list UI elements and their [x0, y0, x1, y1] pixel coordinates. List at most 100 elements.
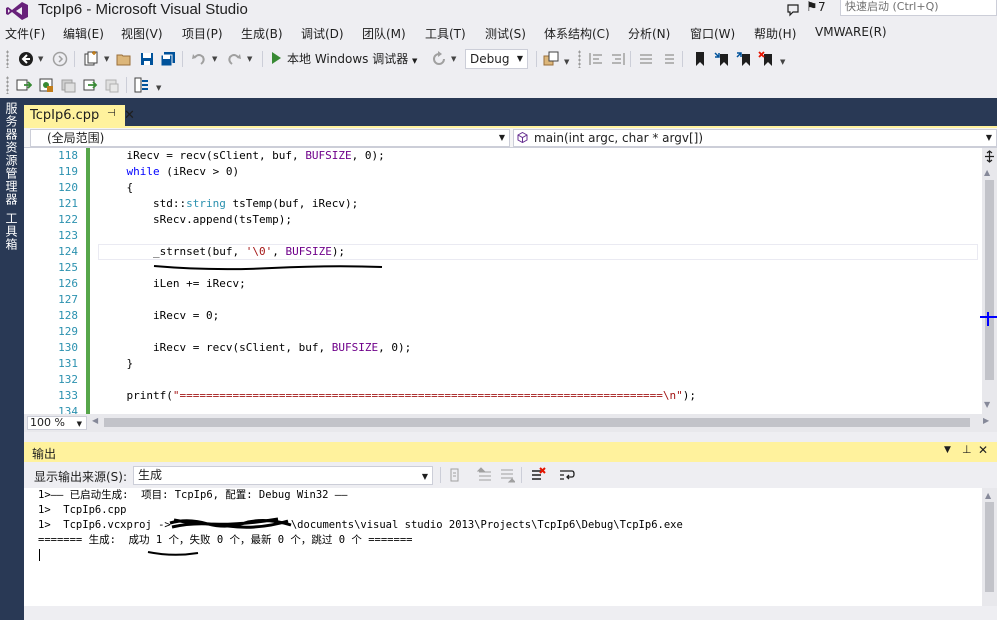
code-line[interactable]: printf("================================… [100, 388, 696, 404]
redo-dropdown-icon[interactable]: ▼ [247, 55, 252, 63]
refresh-icon[interactable] [431, 51, 447, 67]
toolbar-grip[interactable] [578, 50, 581, 68]
attach-process-icon[interactable] [16, 77, 32, 93]
notification-count: 7 [818, 0, 826, 14]
menu-tools[interactable]: 工具(T) [425, 25, 466, 42]
new-dropdown-icon[interactable]: ▼ [104, 55, 109, 63]
pane-splitter[interactable] [24, 432, 997, 442]
notification-icon[interactable] [786, 3, 800, 17]
save-all-icon[interactable] [160, 51, 176, 67]
scroll-left-icon[interactable]: ◀ [92, 416, 98, 425]
zoom-level-select[interactable]: 100 % ▼ [27, 416, 87, 430]
quick-launch-input[interactable]: 快速启动 (Ctrl+Q) [840, 0, 997, 16]
play-icon [272, 52, 281, 64]
undo-dropdown-icon[interactable]: ▼ [212, 55, 217, 63]
open-file-icon[interactable] [116, 51, 132, 67]
menu-help[interactable]: 帮助(H) [754, 25, 796, 42]
overflow-icon[interactable]: ▼ [780, 58, 785, 66]
next-bookmark-icon[interactable] [736, 51, 752, 67]
toolbar-separator [630, 51, 631, 67]
new-project-icon[interactable] [83, 51, 99, 67]
save-icon[interactable] [139, 51, 155, 67]
window-options-icon[interactable]: ▼ [944, 445, 951, 455]
auto-hide-pin-icon[interactable]: ⊥ [962, 443, 972, 456]
menu-project[interactable]: 项目(P) [182, 25, 223, 42]
scroll-up-icon[interactable]: ▲ [985, 491, 991, 500]
find-message-icon[interactable] [448, 467, 464, 483]
code-line[interactable]: std::string tsTemp(buf, iRecv); [100, 196, 358, 212]
previous-message-icon[interactable] [477, 467, 493, 483]
editor-horizontal-scroll-thumb[interactable] [104, 418, 970, 427]
scope-dropdown[interactable]: (全局范围) ▼ [30, 129, 510, 147]
menu-test[interactable]: 测试(S) [485, 25, 526, 42]
close-tab-icon[interactable]: ✕ [124, 105, 135, 126]
chevron-down-icon: ▼ [516, 54, 523, 63]
menu-edit[interactable]: 编辑(E) [63, 25, 104, 42]
indent-icon[interactable] [610, 51, 626, 67]
navigate-forward-icon[interactable] [52, 51, 68, 67]
disabled-tool-icon[interactable] [104, 77, 120, 93]
uncomment-icon[interactable] [660, 51, 676, 67]
step-icon[interactable] [82, 77, 98, 93]
find-in-files-icon[interactable] [543, 51, 559, 67]
menu-analyze[interactable]: 分析(N) [628, 25, 670, 42]
toolbar-grip[interactable] [6, 50, 9, 68]
menu-debug[interactable]: 调试(D) [301, 25, 344, 42]
code-line[interactable]: sRecv.append(tsTemp); [100, 212, 292, 228]
close-output-icon[interactable]: ✕ [978, 443, 988, 457]
code-line[interactable]: } [100, 356, 133, 372]
code-line[interactable]: iRecv = recv(sClient, buf, BUFSIZE, 0); [100, 148, 384, 164]
menu-vmware[interactable]: VMWARE(R) [815, 25, 887, 39]
toolbar-grip[interactable] [6, 76, 9, 94]
previous-bookmark-icon[interactable] [714, 51, 730, 67]
code-line[interactable]: _strnset(buf, '\0', BUFSIZE); [100, 244, 345, 260]
menu-build[interactable]: 生成(B) [241, 25, 283, 42]
menu-view[interactable]: 视图(V) [121, 25, 163, 42]
toolbox-tab[interactable]: 工具箱 [3, 212, 20, 251]
scroll-down-icon[interactable]: ▼ [984, 400, 990, 409]
editor-scroll-thumb[interactable] [985, 180, 994, 380]
word-wrap-icon[interactable] [559, 467, 575, 483]
debugger-dropdown-icon[interactable]: ▼ [412, 57, 417, 65]
scroll-up-icon[interactable]: ▲ [984, 168, 990, 177]
code-line[interactable]: iRecv = recv(sClient, buf, BUFSIZE, 0); [100, 340, 411, 356]
menu-window[interactable]: 窗口(W) [690, 25, 735, 42]
clear-all-icon[interactable] [530, 467, 546, 483]
class-view-icon[interactable] [134, 77, 150, 93]
align-icon[interactable] [588, 51, 604, 67]
feedback-flag-icon[interactable]: ⚑ [806, 0, 818, 15]
code-line[interactable]: { [100, 180, 133, 196]
code-line[interactable]: while (iRecv > 0) [100, 164, 240, 180]
redo-icon[interactable] [226, 51, 242, 67]
code-line[interactable]: iRecv = 0; [100, 308, 219, 324]
output-source-select[interactable]: 生成 ▼ [133, 466, 433, 485]
line-number: 123 [58, 229, 78, 242]
back-dropdown-icon[interactable]: ▼ [38, 55, 43, 63]
undo-icon[interactable] [191, 51, 207, 67]
clear-bookmarks-icon[interactable] [758, 51, 774, 67]
solution-configuration-select[interactable]: Debug ▼ [465, 49, 528, 69]
menu-team[interactable]: 团队(M) [362, 25, 406, 42]
code-editor[interactable]: 118 119 120 121 122 123 124 125 126 127 … [24, 148, 982, 414]
menu-file[interactable]: 文件(F) [5, 25, 45, 42]
menu-architecture[interactable]: 体系结构(C) [544, 25, 610, 42]
build-project-icon[interactable] [60, 77, 76, 93]
navigate-back-icon[interactable] [18, 51, 34, 67]
overflow-icon[interactable]: ▼ [564, 58, 569, 66]
configuration-value: Debug [470, 52, 510, 66]
bookmark-icon[interactable] [692, 51, 708, 67]
member-dropdown[interactable]: main(int argc, char * argv[]) ▼ [513, 129, 997, 147]
refresh-dropdown-icon[interactable]: ▼ [451, 55, 456, 63]
build-solution-icon[interactable] [38, 77, 54, 93]
pin-tab-icon[interactable]: ⊣ [107, 108, 116, 119]
server-explorer-tab[interactable]: 服务器资源管理器 [3, 102, 20, 206]
next-message-icon[interactable] [499, 467, 515, 483]
overflow-icon[interactable]: ▼ [156, 84, 161, 92]
comment-icon[interactable] [638, 51, 654, 67]
code-line[interactable]: iLen += iRecv; [100, 276, 246, 292]
line-number: 125 [58, 261, 78, 274]
split-window-icon[interactable] [983, 150, 996, 163]
output-scroll-thumb[interactable] [985, 502, 994, 592]
scroll-right-icon[interactable]: ▶ [983, 416, 989, 425]
start-debugging-button[interactable]: 本地 Windows 调试器 ▼ [272, 50, 417, 68]
